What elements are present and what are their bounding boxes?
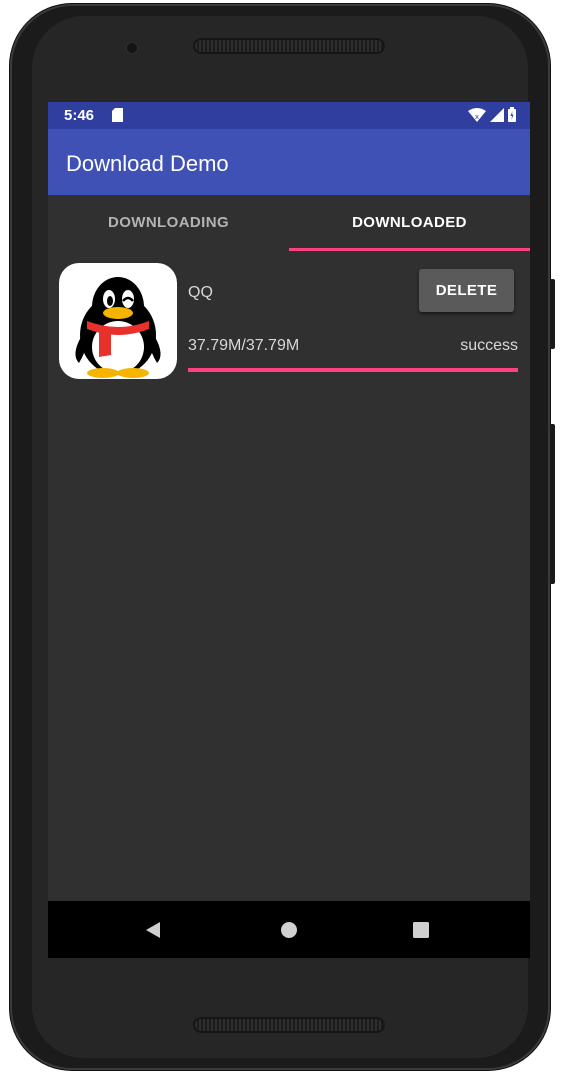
- list-item: QQ DELETE 37.79M/37.79M success: [48, 251, 530, 391]
- front-camera: [125, 41, 139, 55]
- recents-icon[interactable]: [391, 901, 451, 958]
- tab-downloaded[interactable]: DOWNLOADED: [289, 195, 530, 251]
- tab-downloading[interactable]: DOWNLOADING: [48, 195, 289, 251]
- status-icons: x: [468, 107, 516, 126]
- bottom-speaker: [193, 1017, 385, 1033]
- volume-rocker: [550, 424, 555, 584]
- delete-button[interactable]: DELETE: [419, 269, 514, 312]
- top-speaker: [193, 38, 385, 54]
- item-status: success: [460, 337, 518, 354]
- status-time: 5:46: [64, 107, 95, 124]
- progress-fill: [188, 368, 518, 372]
- app-title: Download Demo: [66, 151, 229, 176]
- svg-text:x: x: [475, 113, 479, 121]
- sd-card-icon: [112, 108, 123, 126]
- navigation-bar: [48, 901, 530, 958]
- home-icon[interactable]: [259, 901, 319, 958]
- tab-bar: DOWNLOADING DOWNLOADED: [48, 195, 530, 251]
- download-list: QQ DELETE 37.79M/37.79M success: [48, 251, 530, 391]
- back-icon[interactable]: [123, 901, 183, 958]
- signal-icon: [490, 107, 504, 126]
- item-name: QQ: [188, 284, 213, 301]
- status-bar: 5:46 x: [48, 102, 530, 129]
- battery-icon: [508, 107, 516, 126]
- app-bar: Download Demo: [48, 129, 530, 195]
- progress-bar: [188, 368, 518, 372]
- power-button: [550, 279, 555, 349]
- item-size: 37.79M/37.79M: [188, 337, 300, 354]
- screen: 5:46 x Download Demo DOWNLOADING DOWNLOA…: [48, 102, 530, 958]
- wifi-icon: x: [468, 107, 486, 126]
- qq-penguin-icon: [59, 263, 177, 379]
